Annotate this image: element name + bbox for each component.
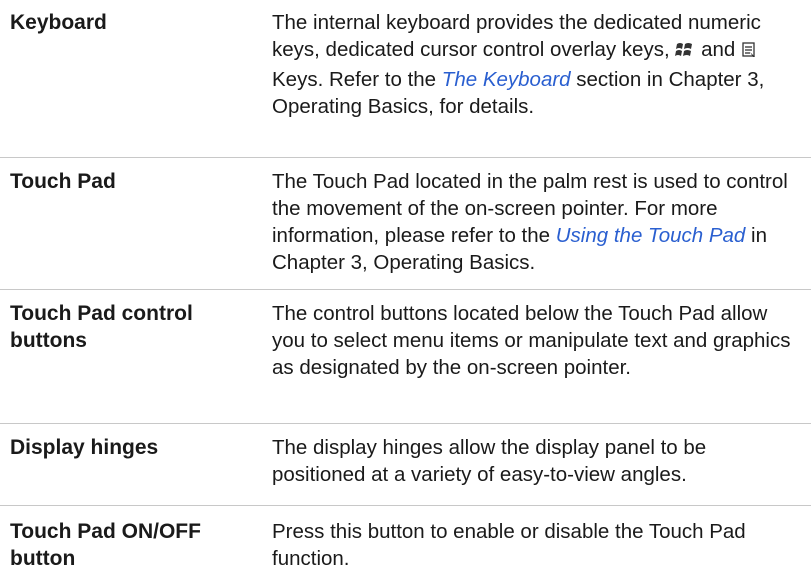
term-keyboard: Keyboard [10,11,107,34]
application-menu-icon [741,39,757,66]
table-row-touch-pad-control-buttons: Touch Pad control buttons The control bu… [0,290,811,424]
term-touch-pad: Touch Pad [10,170,116,193]
using-the-touch-pad-link[interactable]: Using the Touch Pad [556,224,746,247]
description-display-hinges: The display hinges allow the display pan… [272,436,707,486]
windows-logo-icon [675,39,695,66]
table-row-keyboard: Keyboard The internal keyboard provides … [0,0,811,158]
description-touch-pad-on-off-button: Press this button to enable or disable t… [272,520,746,570]
description-text: Keys. Refer to the [272,68,437,91]
description-text: and [701,38,736,61]
specification-table: Keyboard The internal keyboard provides … [0,0,811,571]
table-row-touch-pad-on-off-button: Touch Pad ON/OFF button Press this butto… [0,506,811,571]
description-touch-pad: The Touch Pad located in the palm rest i… [272,168,802,276]
table-row-display-hinges: Display hinges The display hinges allow … [0,424,811,506]
term-touch-pad-on-off-button: Touch Pad ON/OFF button [10,520,201,570]
table-row-touch-pad: Touch Pad The Touch Pad located in the p… [0,158,811,290]
term-touch-pad-control-buttons: Touch Pad control buttons [10,302,193,352]
the-keyboard-link[interactable]: The Keyboard [442,68,571,91]
term-display-hinges: Display hinges [10,436,159,459]
description-touch-pad-control-buttons: The control buttons located below the To… [272,302,791,379]
description-keyboard: The internal keyboard provides the dedic… [272,9,802,120]
